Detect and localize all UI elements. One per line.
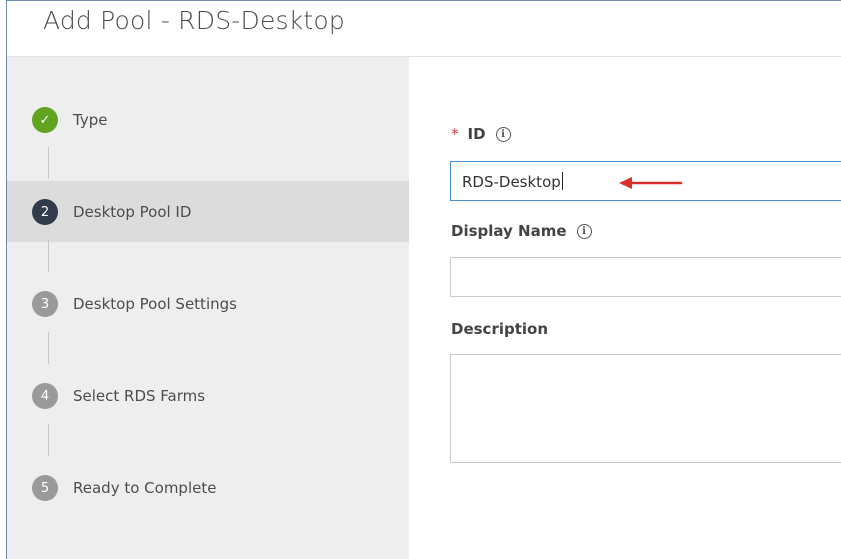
step-connector [48,240,49,272]
text-caret [561,172,563,190]
form-panel: * ID i RDS-Desktop Display Name i Descri… [409,57,841,559]
step-number-badge: 5 [32,475,58,501]
wizard-step-desktop-pool-settings[interactable]: 3 Desktop Pool Settings [32,290,237,318]
wizard-step-select-rds-farms[interactable]: 4 Select RDS Farms [32,382,205,410]
wizard-step-type[interactable]: ✓ Type [32,106,107,134]
step-label: Select RDS Farms [73,387,206,405]
description-label: Description [451,320,548,338]
display-name-input[interactable] [450,257,841,297]
wizard-step-ready-to-complete[interactable]: 5 Ready to Complete [32,474,216,502]
step-connector [48,147,49,179]
id-label-text: ID [467,125,486,143]
step-label: Ready to Complete [73,479,217,497]
step-connector [48,332,49,364]
step-number-badge: 2 [32,199,58,225]
display-name-label: Display Name i [451,222,592,240]
id-input-value: RDS-Desktop [462,172,563,191]
step-label: Desktop Pool Settings [73,295,237,313]
wizard-sidebar: ✓ Type 2 Desktop Pool ID 3 Desktop Pool … [7,57,409,559]
info-icon[interactable]: i [495,126,511,142]
info-icon[interactable]: i [576,223,592,239]
red-arrow-left-icon [619,177,683,189]
id-label: * ID i [451,125,511,143]
dialog-title: Add Pool - RDS-Desktop [43,6,345,35]
step-number-badge: 3 [32,291,58,317]
step-number-badge: 4 [32,383,58,409]
step-label: Desktop Pool ID [73,203,192,221]
wizard-step-desktop-pool-id[interactable]: 2 Desktop Pool ID [32,198,191,226]
checkmark-icon: ✓ [32,107,58,133]
required-marker: * [451,125,459,143]
step-label: Type [73,111,108,129]
description-label-text: Description [451,320,549,338]
step-connector [48,424,49,456]
description-textarea[interactable] [450,354,841,463]
display-name-label-text: Display Name [451,222,567,240]
